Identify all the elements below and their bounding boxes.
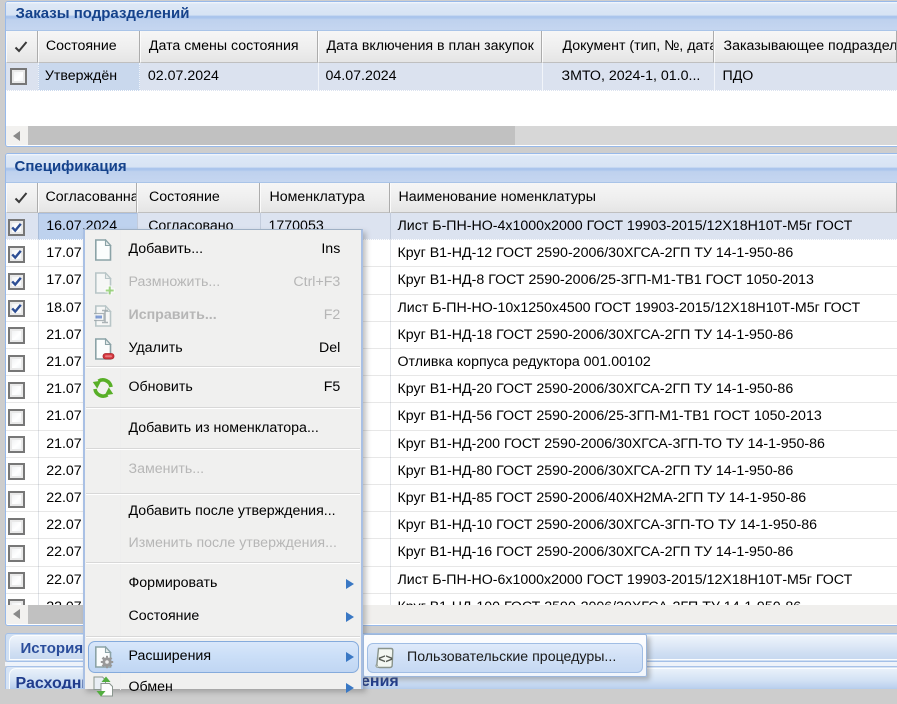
svg-text:<>: <> — [378, 652, 393, 666]
